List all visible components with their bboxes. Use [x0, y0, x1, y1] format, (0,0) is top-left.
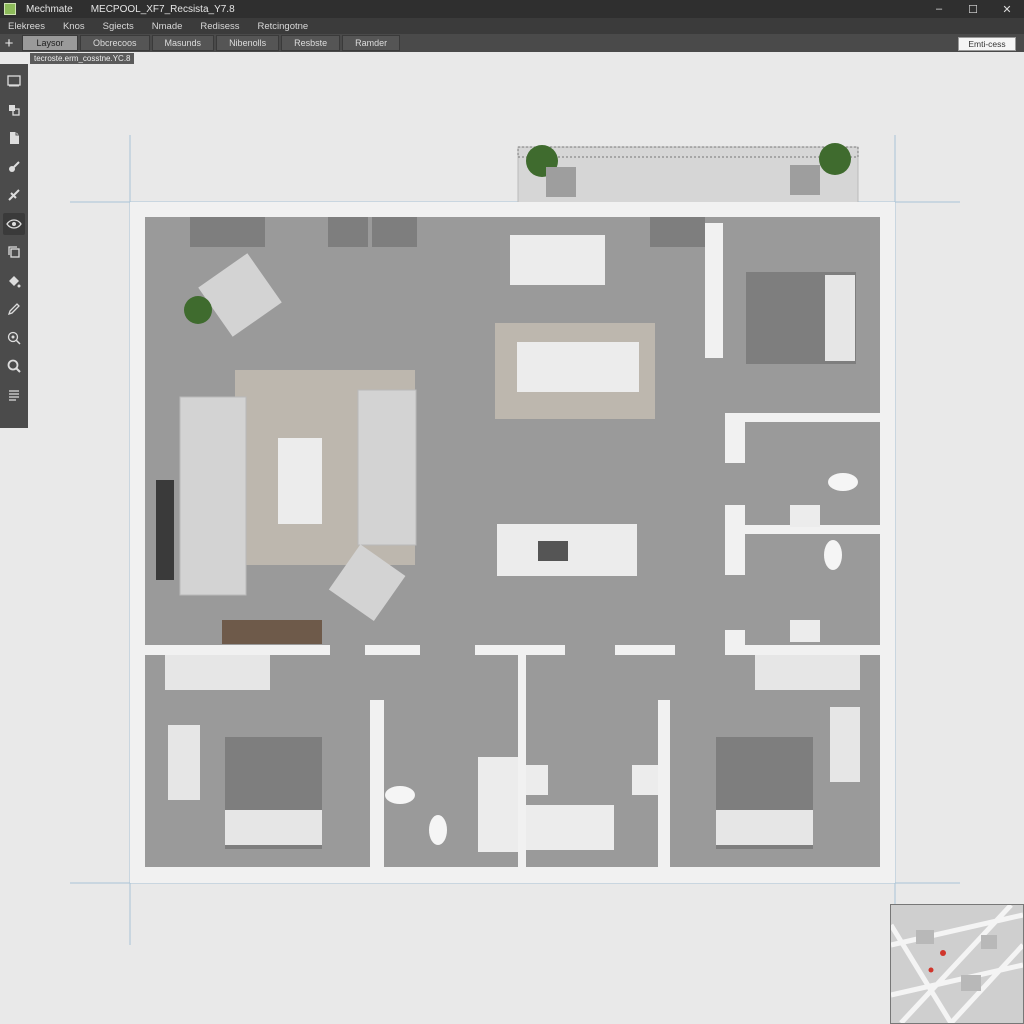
location-marker-icon [928, 967, 934, 973]
bathtub[interactable] [478, 757, 518, 852]
zoom-target-icon [7, 331, 21, 345]
tab-bar: + Laysor Obcrecoos Masunds Nibenolls Res… [0, 34, 1024, 52]
tool-copy[interactable] [3, 241, 25, 263]
menu-item-5[interactable]: Redisess [200, 21, 239, 32]
document-title: MECPOOL_XF7_Recsista_Y7.8 [90, 3, 235, 15]
window-controls: – ☐ ✕ [922, 0, 1024, 18]
tool-paint[interactable] [3, 156, 25, 178]
sink[interactable] [790, 505, 820, 527]
menu-bar: Elekrees Knos Sgiects Nmade Redisess Ret… [0, 18, 1024, 34]
kitchen-counter[interactable] [510, 235, 605, 285]
toilet[interactable] [828, 473, 858, 491]
menu-item-6[interactable]: Retcingotne [257, 21, 308, 32]
sofa-right[interactable] [357, 389, 417, 546]
master-bed-pillows [825, 275, 855, 361]
balcony[interactable] [517, 143, 859, 206]
location-marker-icon [940, 950, 946, 956]
bed-left-pillows [225, 810, 322, 845]
eye-icon [6, 218, 22, 229]
move-icon [8, 189, 20, 201]
balcony-chair[interactable] [790, 165, 820, 195]
sofa-left[interactable] [179, 396, 247, 596]
minimize-button[interactable]: – [922, 0, 956, 18]
app-logo-icon [4, 3, 16, 15]
file-path-hint: tecroste.erm_cosstne.YC.8 [30, 53, 135, 64]
desk-right[interactable] [755, 655, 860, 690]
map-overview [891, 905, 1023, 1023]
title-bar: Mechmate MECPOOL_XF7_Recsista_Y7.8 – ☐ ✕ [0, 0, 1024, 18]
search-input[interactable]: Emti-cess [958, 37, 1016, 51]
tool-zoom-target[interactable] [3, 327, 25, 349]
tool-document[interactable] [3, 127, 25, 149]
menu-item-1[interactable]: Elekrees [8, 21, 45, 32]
tool-fill[interactable] [3, 270, 25, 292]
tool-list[interactable] [3, 384, 25, 406]
tv-unit[interactable] [156, 480, 174, 580]
sink[interactable] [526, 765, 548, 795]
dining-table[interactable] [517, 342, 639, 392]
bathtub[interactable] [526, 805, 614, 850]
copy-icon [8, 246, 20, 258]
wardrobe[interactable] [168, 725, 200, 800]
cooktop [538, 541, 568, 561]
sink[interactable] [632, 765, 658, 795]
menu-item-2[interactable]: Knos [63, 21, 85, 32]
tool-view[interactable] [3, 212, 25, 235]
plant-icon [819, 143, 851, 175]
layers-icon [9, 104, 20, 116]
app-name: Mechmate [26, 3, 73, 15]
tab-4[interactable]: Nibenolls [216, 35, 280, 51]
tab-5[interactable]: Resbste [281, 35, 341, 51]
sideboard[interactable] [222, 620, 322, 644]
toilet[interactable] [385, 786, 415, 804]
search-icon [7, 359, 21, 373]
tab-1[interactable]: Laysor [22, 35, 78, 51]
close-button[interactable]: ✕ [990, 0, 1024, 18]
select-box-icon [7, 75, 21, 87]
menu-item-4[interactable]: Nmade [152, 21, 183, 32]
plant-icon [184, 296, 212, 324]
toilet[interactable] [429, 815, 447, 845]
tool-pencil[interactable] [3, 298, 25, 320]
tab-list: Laysor Obcrecoos Masunds Nibenolls Resbs… [22, 35, 402, 51]
menu-item-3[interactable]: Sgiects [103, 21, 134, 32]
toilet[interactable] [824, 540, 842, 570]
desk-left[interactable] [165, 655, 270, 690]
minimap[interactable] [890, 904, 1024, 1024]
document-icon [10, 132, 19, 144]
tool-layers[interactable] [3, 99, 25, 121]
floor-plan-canvas[interactable] [60, 125, 970, 955]
paint-icon [9, 160, 20, 172]
pencil-icon [7, 303, 20, 316]
maximize-button[interactable]: ☐ [956, 0, 990, 18]
fill-icon [9, 275, 21, 287]
bed-right-pillows [716, 810, 813, 845]
tab-2[interactable]: Obcrecoos [80, 35, 150, 51]
balcony-chair[interactable] [546, 167, 576, 197]
add-tab-button[interactable]: + [0, 34, 18, 52]
tab-3[interactable]: Masunds [151, 35, 215, 51]
wardrobe[interactable] [830, 707, 860, 782]
sink[interactable] [790, 620, 820, 642]
tool-select[interactable] [3, 70, 25, 92]
list-icon [9, 389, 19, 401]
tool-move[interactable] [3, 184, 25, 206]
tool-search[interactable] [3, 355, 25, 377]
left-toolbar [0, 64, 28, 428]
tab-6[interactable]: Ramder [342, 35, 401, 51]
coffee-table[interactable] [278, 438, 322, 524]
